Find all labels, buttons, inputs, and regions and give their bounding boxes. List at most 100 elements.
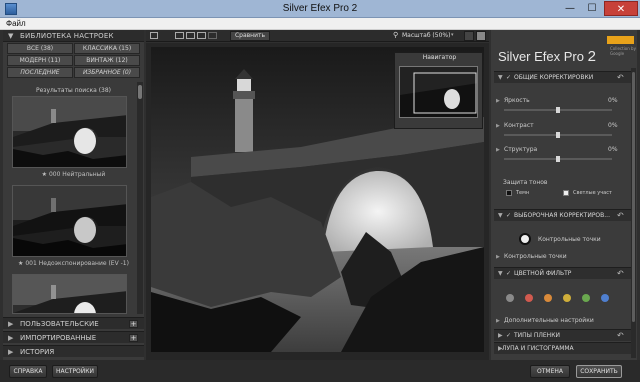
section-global-adjustments[interactable]: ▼ ✓ ОБЩИЕ КОРРЕКТИРОВКИ ↶ xyxy=(494,71,631,83)
section-film-types[interactable]: ▶ ✓ ТИПЫ ПЛЕНКИ ↶ xyxy=(494,329,631,341)
preset-caption: ★ 000 Нейтральный xyxy=(41,171,106,178)
color-filter-swatch[interactable] xyxy=(525,294,533,302)
contrast-slider[interactable] xyxy=(504,132,612,138)
color-filter-swatch[interactable] xyxy=(582,294,590,302)
section-loupe-histogram[interactable]: ▶ ЛУПА И ГИСТОГРАММА xyxy=(494,342,631,354)
filter-modern[interactable]: МОДЕРН (11) xyxy=(7,55,73,66)
section-user-presets[interactable]: ▶ ПОЛЬЗОВАТЕЛЬСКИЕ + xyxy=(3,317,144,329)
compare-button[interactable]: Сравнить xyxy=(230,31,270,41)
section-selective-adjustments[interactable]: ▼ ✓ ВЫБОРОЧНАЯ КОРРЕКТИРОВ... ↶ xyxy=(494,209,631,221)
bg-light-button[interactable] xyxy=(476,31,486,41)
split-view-icon[interactable] xyxy=(186,32,195,39)
toggle-panel-icon[interactable] xyxy=(150,32,158,39)
slider-knob[interactable] xyxy=(556,132,560,138)
cancel-button[interactable]: ОТМЕНА xyxy=(530,365,570,378)
import-preset-button[interactable]: + xyxy=(129,334,138,342)
section-label: ЛУПА И ГИСТОГРАММА xyxy=(502,345,574,352)
enable-checkbox[interactable]: ✓ xyxy=(506,332,511,339)
expand-icon[interactable]: ▶ xyxy=(496,98,500,104)
filter-vintage[interactable]: ВИНТАЖ (12) xyxy=(74,55,140,66)
preset-thumbnail[interactable] xyxy=(12,185,127,257)
expand-icon[interactable]: ▶ xyxy=(496,147,500,153)
preset-thumbnail[interactable] xyxy=(12,96,127,168)
menu-file[interactable]: Файл xyxy=(6,19,26,28)
section-imported[interactable]: ▶ ИМПОРТИРОВАННЫЕ + xyxy=(3,331,144,343)
color-filter-swatch[interactable] xyxy=(506,294,514,302)
section-label: ЦВЕТНОЙ ФИЛЬТР xyxy=(514,270,572,277)
brand-name: Silver Efex Pro xyxy=(498,49,584,64)
adjustments-scrollbar[interactable] xyxy=(631,68,636,358)
zoom-icon: ⚲ xyxy=(393,31,399,39)
save-button[interactable]: СОХРАНИТЬ xyxy=(576,365,622,378)
reset-icon[interactable]: ↶ xyxy=(617,269,624,278)
highlights-icon xyxy=(563,190,569,196)
adjustments-panel: Collection by Google Silver Efex Pro 2 ▼… xyxy=(491,30,637,360)
reset-icon[interactable]: ↶ xyxy=(617,73,624,82)
preset-caption: ★ 001 Недоэкспонирование (EV -1) xyxy=(18,260,129,267)
shadows-label: Темн xyxy=(516,190,530,196)
collapse-icon: ▼ xyxy=(8,32,14,40)
control-points-list[interactable]: Контрольные точки xyxy=(504,253,567,260)
color-filter-swatch[interactable] xyxy=(544,294,552,302)
filter-favorites[interactable]: ИЗБРАННОЕ (0) xyxy=(74,67,140,78)
enable-checkbox[interactable]: ✓ xyxy=(506,270,511,277)
advanced-settings-link[interactable]: Дополнительные настройки xyxy=(504,317,594,324)
single-view-icon[interactable] xyxy=(175,32,184,39)
scrollbar-thumb[interactable] xyxy=(138,85,142,99)
help-button[interactable]: СПРАВКА xyxy=(9,365,47,378)
structure-label: Структура xyxy=(504,146,538,153)
filter-all[interactable]: ВСЕ (38) xyxy=(7,43,73,54)
structure-slider[interactable] xyxy=(504,156,612,162)
expand-icon[interactable]: ▶ xyxy=(496,254,500,260)
section-color-filter[interactable]: ▼ ✓ ЦВЕТНОЙ ФИЛЬТР ↶ xyxy=(494,267,631,279)
color-filter-swatch[interactable] xyxy=(563,294,571,302)
section-history[interactable]: ▶ ИСТОРИЯ xyxy=(3,345,144,357)
side-by-side-icon[interactable] xyxy=(197,32,206,39)
collapse-icon: ▼ xyxy=(498,270,503,277)
library-header[interactable]: ▼ БИБЛИОТЕКА НАСТРОЕК xyxy=(3,30,144,42)
tone-protection-label: Защита тонов xyxy=(503,179,548,186)
scrollbar-thumb[interactable] xyxy=(632,72,635,322)
reset-icon[interactable]: ↶ xyxy=(617,211,624,220)
section-label: ВЫБОРОЧНАЯ КОРРЕКТИРОВ... xyxy=(514,212,610,219)
brand-version: 2 xyxy=(587,48,596,65)
view-toolbar: Сравнить ⚲ Масштаб (50%) ▾ xyxy=(146,30,489,42)
background-icon[interactable] xyxy=(208,32,217,39)
menu-bar: Файл xyxy=(0,18,640,30)
color-filter-swatch[interactable] xyxy=(601,294,609,302)
structure-value: 0% xyxy=(608,146,618,153)
enable-checkbox[interactable]: ✓ xyxy=(506,212,511,219)
add-preset-button[interactable]: + xyxy=(129,320,138,328)
navigator-thumbnail[interactable] xyxy=(399,66,478,118)
library-title: БИБЛИОТЕКА НАСТРОЕК xyxy=(20,32,114,40)
navigator-panel: Навигатор xyxy=(394,52,483,129)
preset-scrollbar[interactable] xyxy=(137,82,143,314)
control-point-icon[interactable] xyxy=(519,233,531,245)
control-point-button[interactable]: Контрольные точки xyxy=(538,236,601,243)
contrast-value: 0% xyxy=(608,122,618,129)
brightness-slider[interactable] xyxy=(504,107,612,113)
slider-knob[interactable] xyxy=(556,156,560,162)
search-results-label: Результаты поиска (38) xyxy=(35,87,112,94)
image-canvas[interactable]: Навигатор xyxy=(146,43,489,360)
maximize-button[interactable]: ☐ xyxy=(581,1,603,16)
zoom-level[interactable]: Масштаб (50%) xyxy=(402,32,450,39)
slider-knob[interactable] xyxy=(556,107,560,113)
filter-classic[interactable]: КЛАССИКА (15) xyxy=(74,43,140,54)
expand-icon[interactable]: ▶ xyxy=(496,318,500,324)
zoom-dropdown-icon[interactable]: ▾ xyxy=(451,32,454,38)
bg-dark-button[interactable] xyxy=(464,31,474,41)
filter-recent[interactable]: ПОСЛЕДНИЕ xyxy=(7,67,73,78)
minimize-button[interactable]: — xyxy=(559,1,581,16)
nik-logo xyxy=(607,36,634,44)
enable-checkbox[interactable]: ✓ xyxy=(506,74,511,81)
preset-thumbnail[interactable] xyxy=(12,274,127,314)
section-label: ОБЩИЕ КОРРЕКТИРОВКИ xyxy=(514,74,594,81)
expand-icon: ▶ xyxy=(8,320,14,328)
settings-button[interactable]: НАСТРОЙКИ xyxy=(52,365,98,378)
expand-icon: ▶ xyxy=(8,348,14,356)
contrast-label: Контраст xyxy=(504,122,534,129)
close-button[interactable]: ✕ xyxy=(604,1,638,16)
reset-icon[interactable]: ↶ xyxy=(617,331,624,340)
expand-icon[interactable]: ▶ xyxy=(496,123,500,129)
